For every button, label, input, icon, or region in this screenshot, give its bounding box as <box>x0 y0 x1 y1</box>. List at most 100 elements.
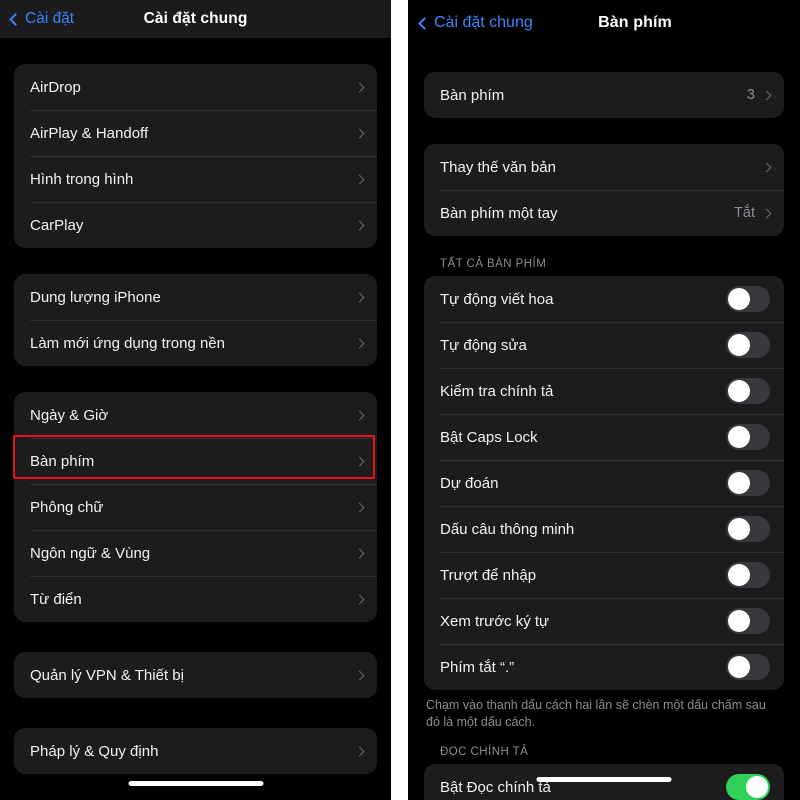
settings-row-date-time[interactable]: Ngày & Giờ <box>14 392 377 438</box>
group-keyboards: Bàn phím 3 <box>424 72 784 118</box>
settings-row-iphone-storage[interactable]: Dung lượng iPhone <box>14 274 377 320</box>
row-label: Từ điển <box>30 590 82 608</box>
settings-row-airdrop[interactable]: AirDrop <box>14 64 377 110</box>
row-label: Ngôn ngữ & Vùng <box>30 544 151 562</box>
chevron-right-icon <box>761 208 772 218</box>
settings-row-check-spelling[interactable]: Kiểm tra chính tả <box>424 368 784 414</box>
settings-row-character-preview[interactable]: Xem trước ký tự <box>424 598 784 644</box>
toggle-predictive[interactable] <box>726 470 770 496</box>
right-home-indicator <box>536 777 672 782</box>
settings-row-predictive[interactable]: Dự đoán <box>424 460 784 506</box>
chevron-right-icon <box>354 174 365 184</box>
left-back-button[interactable]: Cài đặt <box>9 10 74 28</box>
right-back-label: Cài đặt chung <box>434 14 533 31</box>
settings-row-dictionary[interactable]: Từ điển <box>14 576 377 622</box>
chevron-right-icon <box>354 82 365 92</box>
settings-row-vpn-device-management[interactable]: Quản lý VPN & Thiết bị <box>14 652 377 698</box>
toggle-knob <box>728 334 750 356</box>
settings-row-auto-capitalization[interactable]: Tự động viết hoa <box>424 276 784 322</box>
settings-row-background-app-refresh[interactable]: Làm mới ứng dụng trong nền <box>14 320 377 366</box>
toggle-smart-punctuation[interactable] <box>726 516 770 542</box>
toggle-knob <box>728 472 750 494</box>
settings-row-text-replacement[interactable]: Thay thế văn bản <box>424 144 784 190</box>
chevron-right-icon <box>354 128 365 138</box>
toggle-auto-correction[interactable] <box>726 332 770 358</box>
toggle-knob <box>728 564 750 586</box>
chevron-right-icon <box>354 548 365 558</box>
left-group-legal: Pháp lý & Quy định <box>14 728 377 774</box>
row-label: Kiểm tra chính tả <box>440 382 554 400</box>
left-group-storage: Dung lượng iPhone Làm mới ứng dụng trong… <box>14 274 377 366</box>
row-label: Xem trước ký tự <box>440 612 550 630</box>
settings-row-keyboards[interactable]: Bàn phím 3 <box>424 72 784 118</box>
row-label: Bàn phím <box>30 452 95 470</box>
chevron-right-icon <box>354 338 365 348</box>
chevron-right-icon <box>354 456 365 466</box>
left-group-input: Ngày & Giờ Bàn phím Phông chữ Ngôn ngữ &… <box>14 392 377 622</box>
toggle-character-preview[interactable] <box>726 608 770 634</box>
chevron-right-icon <box>354 670 365 680</box>
chevron-right-icon <box>354 746 365 756</box>
chevron-right-icon <box>761 90 772 100</box>
row-label: Phím tắt “.” <box>440 658 515 676</box>
settings-row-airplay-handoff[interactable]: AirPlay & Handoff <box>14 110 377 156</box>
toggle-knob <box>728 656 750 678</box>
row-label: Bàn phím một tay <box>440 204 558 222</box>
chevron-right-icon <box>354 502 365 512</box>
row-label: Làm mới ứng dụng trong nền <box>30 334 225 352</box>
left-home-indicator <box>128 781 263 786</box>
left-phone-screen: Cài đặt Cài đặt chung AirDrop AirPlay & … <box>0 0 391 800</box>
toggle-enable-dictation[interactable] <box>726 774 770 800</box>
settings-row-smart-punctuation[interactable]: Dấu câu thông minh <box>424 506 784 552</box>
chevron-right-icon <box>354 410 365 420</box>
settings-row-carplay[interactable]: CarPlay <box>14 202 377 248</box>
row-label: Phông chữ <box>30 498 104 516</box>
toggle-knob <box>746 776 768 798</box>
row-label: Tự động viết hoa <box>440 290 554 308</box>
row-label: Hình trong hình <box>30 170 134 188</box>
row-label: Tự động sửa <box>440 336 527 354</box>
toggle-period-shortcut[interactable] <box>726 654 770 680</box>
toggle-knob <box>728 380 750 402</box>
right-back-button[interactable]: Cài đặt chung <box>418 14 533 32</box>
chevron-right-icon <box>354 220 365 230</box>
chevron-right-icon <box>354 594 365 604</box>
toggle-knob <box>728 610 750 632</box>
toggle-enable-caps-lock[interactable] <box>726 424 770 450</box>
group-text-options: Thay thế văn bản Bàn phím một tay Tắt <box>424 144 784 236</box>
group-dictation: Bật Đọc chính tả Ngôn ngữ Đọc chính tả <box>424 764 784 800</box>
settings-row-slide-to-type[interactable]: Trượt để nhập <box>424 552 784 598</box>
row-label: Ngày & Giờ <box>30 406 109 424</box>
row-label: Pháp lý & Quy định <box>30 742 159 760</box>
row-label: Quản lý VPN & Thiết bị <box>30 666 184 684</box>
chevron-right-icon <box>761 162 772 172</box>
toggle-slide-to-type[interactable] <box>726 562 770 588</box>
row-label: Dự đoán <box>440 474 499 492</box>
settings-row-picture-in-picture[interactable]: Hình trong hình <box>14 156 377 202</box>
settings-row-period-shortcut[interactable]: Phím tắt “.” <box>424 644 784 690</box>
settings-row-auto-correction[interactable]: Tự động sửa <box>424 322 784 368</box>
settings-row-enable-caps-lock[interactable]: Bật Caps Lock <box>424 414 784 460</box>
settings-row-language-region[interactable]: Ngôn ngữ & Vùng <box>14 530 377 576</box>
screenshot-stage: Cài đặt Cài đặt chung AirDrop AirPlay & … <box>0 0 800 800</box>
right-phone-screen: Cài đặt chung Bàn phím Bàn phím 3 Thay t… <box>408 0 800 800</box>
section-header-all-keyboards: TẤT CẢ BÀN PHÍM <box>440 258 547 270</box>
chevron-left-icon <box>418 16 431 30</box>
settings-row-enable-dictation[interactable]: Bật Đọc chính tả <box>424 764 784 800</box>
row-value: 3 <box>746 87 755 103</box>
settings-row-legal-regulatory[interactable]: Pháp lý & Quy định <box>14 728 377 774</box>
left-group-connectivity: AirDrop AirPlay & Handoff Hình trong hìn… <box>14 64 377 248</box>
row-label: AirDrop <box>30 78 81 96</box>
settings-row-one-handed-keyboard[interactable]: Bàn phím một tay Tắt <box>424 190 784 236</box>
row-label: Dung lượng iPhone <box>30 288 161 306</box>
settings-row-font[interactable]: Phông chữ <box>14 484 377 530</box>
toggle-knob <box>728 426 750 448</box>
toggle-auto-capitalization[interactable] <box>726 286 770 312</box>
row-value: Tắt <box>734 205 755 221</box>
group-all-keyboards-toggles: Tự động viết hoa Tự động sửa Kiểm tra ch… <box>424 276 784 690</box>
right-navigation-bar: Cài đặt chung Bàn phím <box>408 0 800 46</box>
toggle-check-spelling[interactable] <box>726 378 770 404</box>
left-navigation-bar: Cài đặt Cài đặt chung <box>0 0 391 38</box>
keyboard-settings-list: Bàn phím 3 Thay thế văn bản Bàn phím một… <box>408 46 800 800</box>
settings-row-keyboard[interactable]: Bàn phím <box>14 438 377 484</box>
